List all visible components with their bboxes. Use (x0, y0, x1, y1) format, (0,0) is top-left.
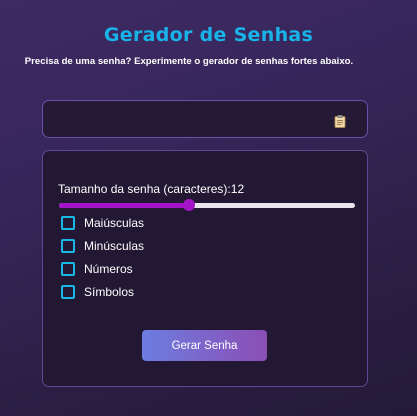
checkbox-numeros[interactable] (61, 262, 75, 276)
length-value: 12 (230, 182, 245, 196)
option-simbolos[interactable]: Símbolos (61, 284, 134, 300)
page-title: Gerador de Senhas (103, 24, 314, 46)
option-label: Números (84, 262, 133, 276)
password-output-box (42, 100, 368, 138)
length-label-text: Tamanho da senha (caracteres): (58, 182, 231, 196)
option-label: Símbolos (84, 285, 135, 299)
option-label: Minúsculas (84, 239, 145, 253)
option-maiusculas[interactable]: Maiúsculas (61, 215, 144, 231)
clipboard-icon[interactable] (334, 113, 346, 128)
password-output-field[interactable] (53, 109, 323, 129)
option-numeros[interactable]: Números (61, 261, 133, 277)
slider-fill (59, 203, 190, 208)
option-label: Maiúsculas (84, 216, 145, 230)
length-slider[interactable] (59, 199, 355, 211)
checkbox-minusculas[interactable] (61, 239, 75, 253)
generate-password-button[interactable]: Gerar Senha (142, 330, 267, 361)
checkbox-simbolos[interactable] (61, 285, 75, 299)
length-label: Tamanho da senha (caracteres):12 (58, 182, 244, 196)
checkbox-maiusculas[interactable] (61, 216, 75, 230)
slider-thumb[interactable] (183, 199, 196, 211)
settings-panel: Tamanho da senha (caracteres):12 Maiúscu… (42, 150, 368, 387)
option-minusculas[interactable]: Minúsculas (61, 238, 144, 254)
page-subtitle: Precisa de uma senha? Experimente o gera… (24, 56, 354, 67)
